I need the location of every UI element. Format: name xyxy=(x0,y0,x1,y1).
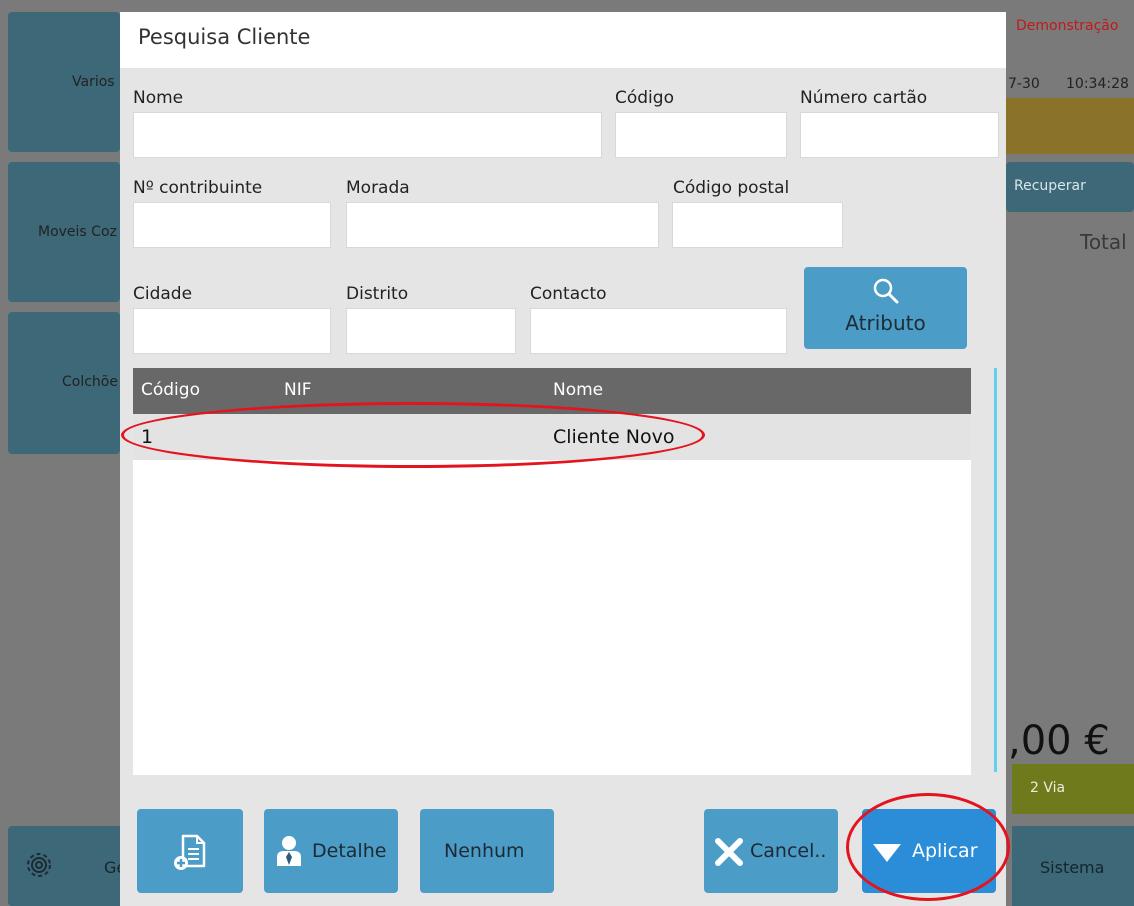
sistema-button[interactable]: Sistema xyxy=(1012,826,1134,906)
nenhum-label: Nenhum xyxy=(444,840,525,862)
detalhe-button[interactable]: Detalhe xyxy=(264,809,398,893)
total-label: Total xyxy=(1080,230,1127,254)
numero-cartao-input[interactable] xyxy=(800,112,999,158)
demo-label: Demonstração xyxy=(1016,18,1119,34)
category-tile-varios[interactable]: Varios xyxy=(8,12,120,152)
date-label: 7-30 xyxy=(1008,76,1040,92)
customer-search-dialog: Pesquisa Cliente Nome Código Número cart… xyxy=(120,12,1006,906)
table-row[interactable]: 1 Cliente Novo xyxy=(133,414,971,460)
morada-label: Morada xyxy=(346,178,410,198)
segunda-via-button[interactable]: 2 Via xyxy=(1012,764,1134,814)
nome-input[interactable] xyxy=(133,112,602,158)
column-header-nif[interactable]: NIF xyxy=(284,380,312,400)
dialog-header: Pesquisa Cliente xyxy=(120,12,1006,68)
distrito-input[interactable] xyxy=(346,308,516,354)
atributo-button[interactable]: Atributo xyxy=(804,267,967,349)
new-client-button[interactable] xyxy=(137,809,243,893)
nome-label: Nome xyxy=(133,88,184,108)
chevron-down-icon xyxy=(873,844,901,862)
codigo-input[interactable] xyxy=(615,112,787,158)
contacto-label: Contacto xyxy=(530,284,607,304)
column-header-nome[interactable]: Nome xyxy=(553,380,603,400)
total-amount: ,00 € xyxy=(1008,718,1110,764)
aplicar-button[interactable]: Aplicar xyxy=(862,809,996,893)
results-table: Código NIF Nome 1 Cliente Novo xyxy=(133,368,971,775)
codigo-postal-label: Código postal xyxy=(673,178,790,198)
gear-icon xyxy=(27,853,51,877)
cidade-input[interactable] xyxy=(133,308,331,354)
dialog-title: Pesquisa Cliente xyxy=(138,25,311,49)
category-tile-colchoes[interactable]: Colchõe xyxy=(8,312,120,454)
recuperar-button[interactable]: Recuperar xyxy=(1006,162,1134,212)
segunda-via-label: 2 Via xyxy=(1030,780,1066,796)
morada-input[interactable] xyxy=(346,202,659,248)
status-bar xyxy=(1006,98,1134,154)
nenhum-button[interactable]: Nenhum xyxy=(420,809,554,893)
scrollbar[interactable] xyxy=(994,368,997,772)
cancel-button[interactable]: Cancel.. xyxy=(704,809,838,893)
aplicar-label: Aplicar xyxy=(912,840,978,862)
user-icon xyxy=(277,836,301,866)
column-header-codigo[interactable]: Código xyxy=(141,380,200,400)
recuperar-label: Recuperar xyxy=(1014,178,1086,194)
contribuinte-input[interactable] xyxy=(133,202,331,248)
contribuinte-label: Nº contribuinte xyxy=(133,178,263,198)
category-tile-label: Varios xyxy=(72,74,115,90)
cell-codigo: 1 xyxy=(141,426,154,448)
detalhe-label: Detalhe xyxy=(312,840,387,862)
codigo-label: Código xyxy=(615,88,674,108)
cidade-label: Cidade xyxy=(133,284,193,304)
search-icon xyxy=(873,278,899,304)
time-label: 10:34:28 xyxy=(1066,76,1129,92)
settings-button[interactable]: Ge xyxy=(8,826,126,906)
table-header: Código NIF Nome xyxy=(133,368,971,414)
atributo-label: Atributo xyxy=(845,311,926,335)
category-tile-label: Moveis Coz xyxy=(38,224,117,240)
new-document-icon xyxy=(174,834,206,870)
category-tile-moveis[interactable]: Moveis Coz xyxy=(8,162,120,302)
close-icon xyxy=(715,838,743,866)
category-tile-label: Colchõe xyxy=(62,374,118,390)
codigo-postal-input[interactable] xyxy=(672,202,843,248)
cell-nome: Cliente Novo xyxy=(553,426,675,448)
contacto-input[interactable] xyxy=(530,308,787,354)
cancel-label: Cancel.. xyxy=(750,840,827,862)
sistema-label: Sistema xyxy=(1040,858,1105,877)
distrito-label: Distrito xyxy=(346,284,409,304)
numero-cartao-label: Número cartão xyxy=(800,88,928,108)
